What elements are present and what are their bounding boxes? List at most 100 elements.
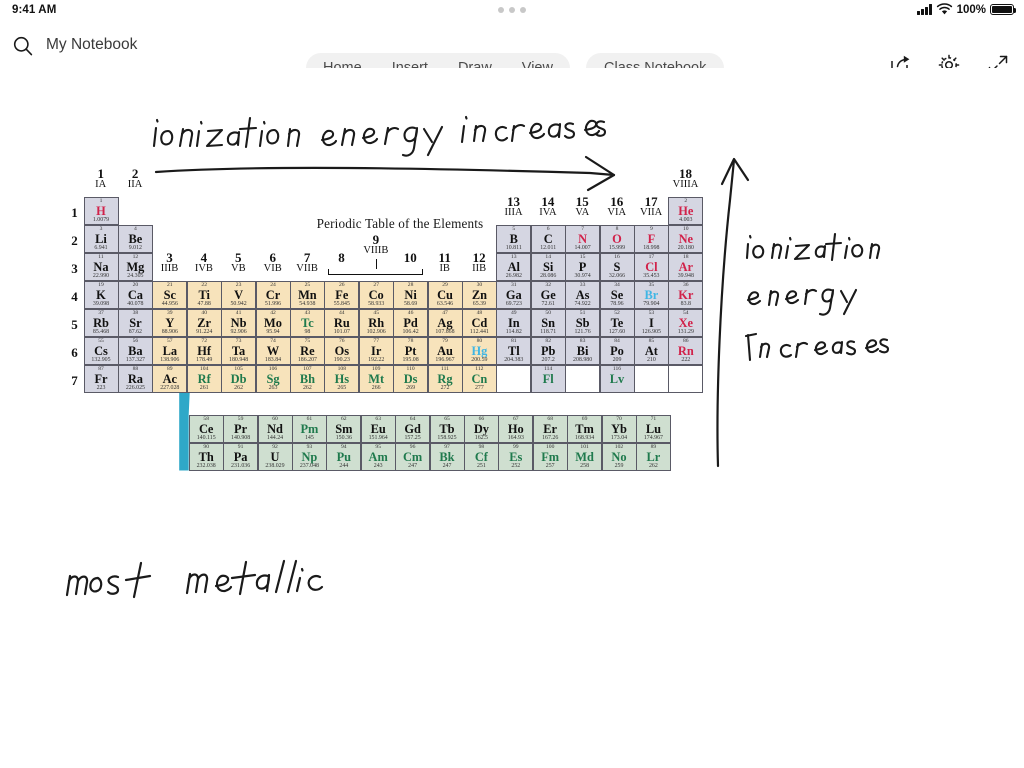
- atomic-mass: 178.49: [196, 357, 213, 364]
- element-cell-f: 9 F 18.998: [633, 224, 669, 253]
- element-cell-o: 8 O 15.999: [599, 224, 635, 253]
- element-cell-la: 57 La 138.906: [152, 336, 188, 365]
- atomic-mass: 58.933: [368, 301, 385, 308]
- element-symbol: Hs: [334, 371, 350, 386]
- atomic-mass: 12.011: [540, 245, 557, 252]
- element-cell-sn: 50 Sn 118.71: [530, 308, 566, 337]
- element-cell-hf: 72 Hf 178.49: [186, 336, 222, 365]
- element-symbol: Cu: [437, 287, 453, 302]
- element-cell-mt: 109 Mt 266: [358, 364, 394, 393]
- element-symbol: Mo: [264, 315, 282, 330]
- element-cell-rn: 86 Rn 222: [668, 336, 704, 365]
- atomic-mass: 247: [442, 463, 452, 470]
- element-symbol: Pt: [404, 343, 417, 358]
- element-symbol: O: [612, 231, 622, 246]
- element-cell-fr: 87 Fr 223: [83, 364, 119, 393]
- atomic-mass: 20.180: [677, 245, 694, 252]
- element-cell-i: 53 I 126.905: [633, 308, 669, 337]
- element-cell-ce: 58 Ce 140.115: [188, 414, 224, 443]
- element-symbol: Be: [128, 231, 143, 246]
- atomic-mass: 1.0079: [92, 217, 110, 224]
- element-cell-ra: 88 Ra 226.025: [117, 364, 153, 393]
- atomic-mass: 95.94: [266, 329, 280, 336]
- atomic-mass: 63.546: [436, 301, 454, 308]
- element-cell-lv: 116 Lv: [599, 364, 635, 393]
- element-cell-tc: 43 Tc 98: [289, 308, 325, 337]
- element-symbol: Am: [368, 449, 388, 464]
- element-cell-pm: 61 Pm 145: [291, 414, 327, 443]
- element-cell-bi: 83 Bi 208.980: [565, 336, 601, 365]
- element-symbol: Dy: [473, 421, 489, 436]
- atomic-mass: 157.25: [404, 435, 421, 442]
- atomic-mass: 192.22: [368, 357, 385, 364]
- element-cell-pr: 59 Pr 140.908: [223, 414, 259, 443]
- element-symbol: Ba: [128, 343, 143, 358]
- wifi-icon: [936, 3, 952, 15]
- atomic-mass: 10.811: [505, 245, 522, 252]
- atomic-mass: 88.906: [161, 329, 178, 336]
- atomic-mass: 231.036: [231, 463, 251, 470]
- atomic-mass: 47.88: [197, 301, 211, 308]
- atomic-mass: 18.998: [643, 245, 660, 252]
- element-cell-cf: 98 Cf 251: [463, 442, 499, 471]
- element-symbol: Rn: [677, 343, 694, 358]
- element-symbol: C: [543, 231, 553, 246]
- atomic-mass: 272: [440, 385, 450, 392]
- element-cell-ca: 20 Ca 40.078: [117, 280, 153, 309]
- element-symbol: Fl: [542, 371, 554, 386]
- element-cell-fm: 100 Fm 257: [532, 442, 568, 471]
- element-symbol: Nd: [267, 421, 283, 436]
- dot: [520, 7, 526, 13]
- search-icon[interactable]: [12, 35, 34, 57]
- atomic-mass: 6.941: [94, 245, 108, 252]
- atomic-mass: 269: [406, 385, 416, 392]
- element-symbol: Ra: [127, 371, 143, 386]
- element-symbol: He: [678, 203, 694, 218]
- element-cell-am: 95 Am 243: [360, 442, 396, 471]
- battery-full-icon: [990, 3, 1017, 16]
- atomic-mass: 51.996: [264, 301, 282, 308]
- element-symbol: Yb: [611, 421, 627, 436]
- element-symbol: Ce: [198, 421, 214, 436]
- element-cell-sc: 21 Sc 44.956: [152, 280, 188, 309]
- atomic-mass: 65.39: [472, 301, 487, 308]
- element-symbol: F: [647, 231, 656, 246]
- element-symbol: Pa: [233, 449, 248, 464]
- atomic-mass: 237.048: [299, 463, 319, 470]
- atomic-mass: 223: [96, 385, 106, 392]
- element-cell-bk: 97 Bk 247: [429, 442, 465, 471]
- element-cell-cm: 96 Cm 247: [395, 442, 431, 471]
- atomic-mass: 22.990: [92, 273, 110, 280]
- atomic-mass: 208.980: [573, 357, 593, 364]
- atomic-mass: 207.2: [541, 357, 555, 364]
- atomic-mass: 50.942: [230, 301, 247, 308]
- atomic-mass: 24.305: [127, 273, 144, 280]
- atomic-mass: 69.723: [505, 301, 522, 308]
- element-symbol: Ar: [678, 259, 694, 274]
- element-cell-ir: 77 Ir 192.22: [358, 336, 394, 365]
- element-cell-p: 15 P 30.974: [565, 252, 601, 281]
- element-cell-rh: 45 Rh 102.906: [358, 308, 394, 337]
- atomic-mass: 226.025: [125, 385, 145, 392]
- atomic-mass: 107.868: [435, 329, 455, 336]
- periodic-table-image: Periodic Table of the Elements 1 IA 2 IIA 3 I…: [70, 160, 730, 530]
- multitask-dots-icon[interactable]: [498, 7, 526, 13]
- atomic-mass: 232.038: [196, 463, 216, 470]
- element-cell-li: 3 Li 6.941: [83, 224, 119, 253]
- atomic-mass: 102.906: [366, 329, 386, 336]
- element-symbol: La: [162, 343, 178, 358]
- element-cell-sb: 51 Sb 121.76: [565, 308, 601, 337]
- element-symbol: Al: [507, 259, 520, 274]
- element-symbol: Lv: [609, 371, 625, 386]
- element-cell-n: 7 N 14.007: [565, 224, 601, 253]
- element-symbol: Sb: [575, 315, 590, 330]
- element-symbol: Ag: [437, 315, 453, 330]
- element-cell-mo: 42 Mo 95.94: [255, 308, 291, 337]
- element-cell-empty: [668, 364, 704, 393]
- cellular-signal-icon: [917, 4, 932, 15]
- element-cell-ta: 73 Ta 180.948: [221, 336, 257, 365]
- element-symbol: Na: [93, 259, 109, 274]
- element-symbol: At: [644, 343, 658, 358]
- element-symbol: Cf: [474, 449, 488, 464]
- notebook-title[interactable]: My Notebook: [46, 36, 137, 54]
